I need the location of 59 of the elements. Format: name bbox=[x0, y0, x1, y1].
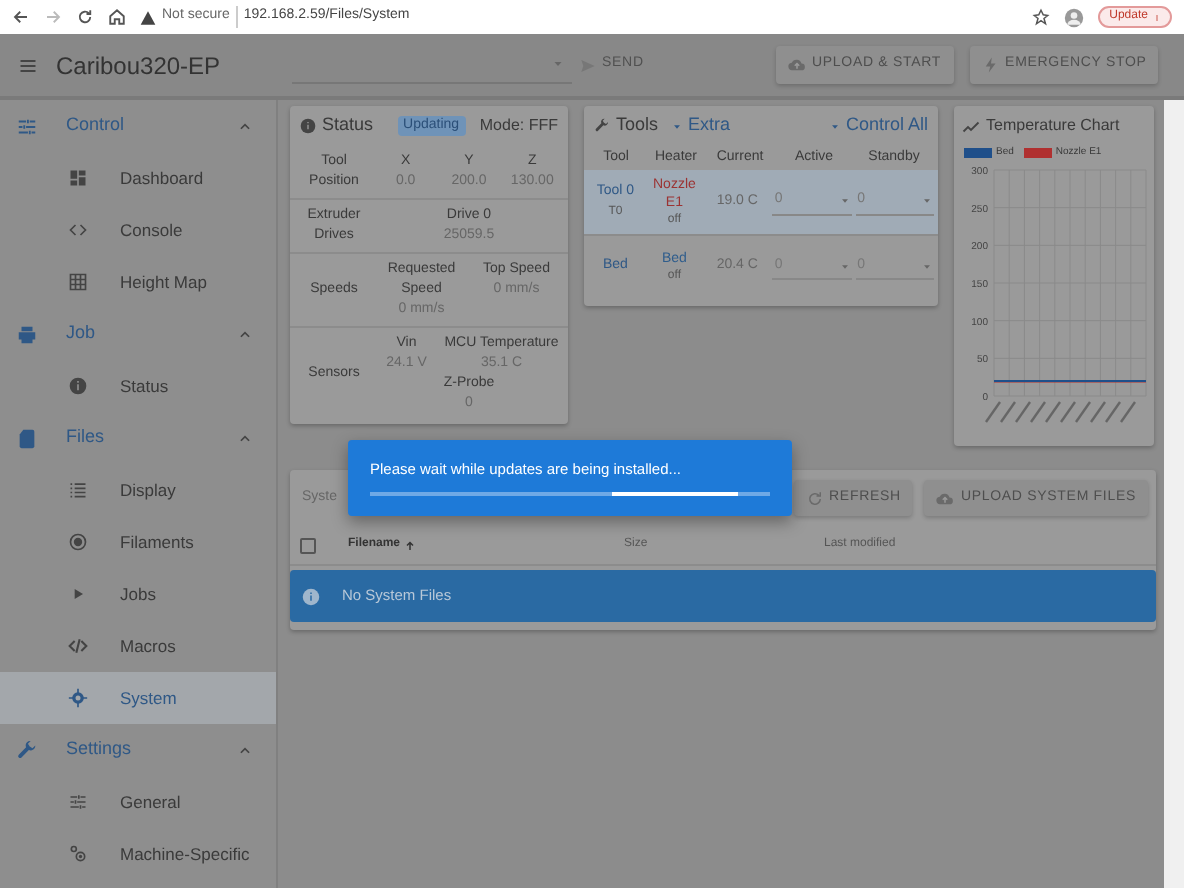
sliders-icon bbox=[68, 792, 88, 812]
sliders-icon bbox=[16, 115, 38, 137]
menu-icon bbox=[18, 55, 38, 75]
refresh-icon bbox=[805, 489, 824, 507]
sidebar-item[interactable]: System bbox=[0, 672, 276, 724]
back-icon bbox=[12, 8, 30, 26]
sidebar-item[interactable]: Height Map bbox=[0, 256, 276, 308]
code-slash-icon bbox=[68, 636, 88, 656]
sidebar-item[interactable]: Macros bbox=[0, 620, 276, 672]
extra-link[interactable]: Extra bbox=[688, 112, 731, 140]
gears-icon bbox=[68, 844, 88, 864]
dropdown-caret-icon bbox=[922, 196, 932, 206]
expand-caret-icon bbox=[672, 121, 683, 131]
grid-icon bbox=[68, 272, 88, 292]
bolt-icon bbox=[981, 56, 1000, 74]
sidebar-item[interactable]: Status bbox=[0, 360, 276, 412]
control-all-link[interactable]: Control All bbox=[845, 112, 928, 140]
printer-icon bbox=[16, 323, 38, 345]
forward-icon bbox=[44, 8, 62, 26]
sidebar-group-header[interactable]: Job bbox=[0, 308, 276, 360]
trend-line-icon bbox=[962, 117, 980, 135]
info-icon bbox=[68, 376, 88, 396]
dropdown-caret-icon bbox=[922, 261, 932, 271]
mode-label: Mode: FFF bbox=[479, 114, 558, 138]
dashboard-icon bbox=[68, 168, 88, 188]
sidebar-item[interactable]: General bbox=[0, 776, 276, 828]
info-icon bbox=[302, 587, 320, 605]
card-title: Tools bbox=[616, 112, 659, 139]
info-icon bbox=[300, 118, 316, 134]
cloud-upload-icon bbox=[788, 56, 806, 74]
sidebar-item[interactable]: Machine-Specific bbox=[0, 828, 276, 880]
select-all-checkbox[interactable] bbox=[300, 537, 316, 553]
card-title: Temperature Chart bbox=[986, 114, 1120, 138]
sidebar-group-header[interactable]: Settings bbox=[0, 724, 276, 776]
warning-icon bbox=[140, 9, 156, 25]
sidebar-item[interactable]: Console bbox=[0, 204, 276, 256]
radio-icon bbox=[68, 532, 88, 552]
dropdown-caret-icon bbox=[839, 196, 850, 206]
cloud-upload-icon bbox=[936, 489, 955, 507]
wrench-icon bbox=[16, 739, 38, 761]
reload-icon bbox=[76, 8, 94, 26]
home-icon bbox=[108, 8, 126, 26]
sidebar-group-header[interactable]: Control bbox=[0, 100, 276, 152]
file-icon bbox=[16, 427, 38, 449]
code-icon bbox=[68, 220, 88, 240]
wrench-icon bbox=[594, 118, 610, 134]
app-title: Caribou320-EP bbox=[56, 49, 223, 83]
sidebar-item[interactable]: Filaments bbox=[0, 516, 276, 568]
sidebar-item[interactable]: Dashboard bbox=[0, 152, 276, 204]
list-icon bbox=[68, 480, 88, 500]
card-title: Status bbox=[322, 112, 374, 139]
sidebar-group-header[interactable]: Files bbox=[0, 412, 276, 464]
profile-avatar-icon bbox=[1063, 7, 1084, 27]
dropdown-caret-icon bbox=[839, 261, 850, 271]
sidebar-item[interactable]: Jobs bbox=[0, 568, 276, 620]
dropdown-caret-icon bbox=[552, 58, 564, 70]
star-icon bbox=[1031, 8, 1050, 26]
sidebar-item[interactable]: Display bbox=[0, 464, 276, 516]
expand-caret-icon bbox=[829, 121, 840, 131]
